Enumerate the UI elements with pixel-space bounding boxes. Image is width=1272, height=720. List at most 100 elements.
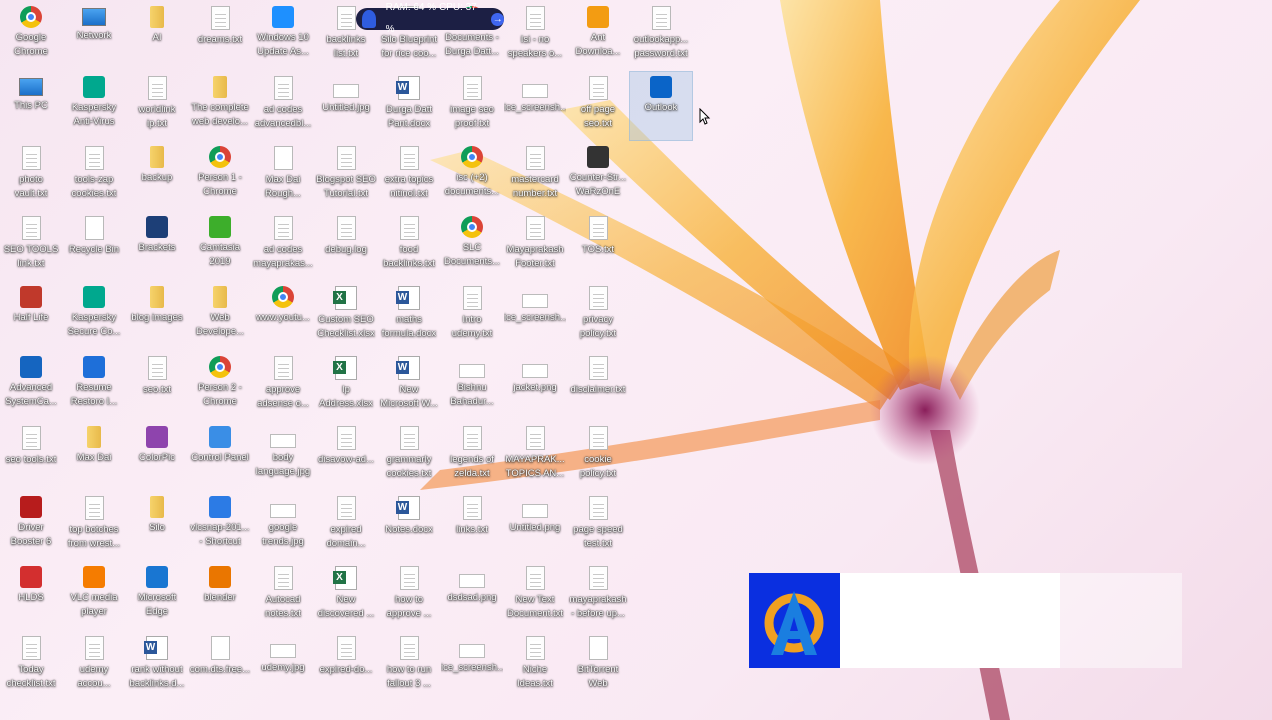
desktop-icon[interactable]: how to run fallout 3 ... bbox=[378, 632, 440, 700]
desktop-icon[interactable]: Network bbox=[63, 2, 125, 70]
desktop-icon[interactable]: dreams.txt bbox=[189, 2, 251, 70]
desktop-icon[interactable]: Ant Downloa... bbox=[567, 2, 629, 70]
desktop-icon[interactable]: Niche Ideas.txt bbox=[504, 632, 566, 700]
system-monitor-widget[interactable]: RAM: 64 % CPU: 37 % → bbox=[356, 2, 505, 35]
desktop-icon[interactable]: google trends.jpg bbox=[252, 492, 314, 560]
desktop-icon[interactable]: jacket.png bbox=[504, 352, 566, 420]
desktop-icon[interactable]: vlcsnap-201... - Shortcut bbox=[189, 492, 251, 560]
desktop-icon[interactable]: SEO TOOLS link.txt bbox=[0, 212, 62, 280]
desktop-icon[interactable]: SLC Documents... bbox=[441, 212, 503, 280]
desktop-icon[interactable]: com.dts.free... bbox=[189, 632, 251, 700]
desktop-icon[interactable]: MAYAPRAK... TOPICS AN... bbox=[504, 422, 566, 490]
desktop-icon[interactable]: TOS.txt bbox=[567, 212, 629, 280]
desktop-icon[interactable]: Brackets bbox=[126, 212, 188, 280]
desktop-icon[interactable]: Silo bbox=[126, 492, 188, 560]
desktop-icon[interactable]: HLDS bbox=[0, 562, 62, 630]
desktop-icon[interactable]: Counter-Str... WaRzOnE bbox=[567, 142, 629, 210]
desktop-icon[interactable]: debug.log bbox=[315, 212, 377, 280]
desktop-icon[interactable]: Microsoft Edge bbox=[126, 562, 188, 630]
desktop-icon[interactable]: Person 1 - Chrome bbox=[189, 142, 251, 210]
desktop-icon[interactable]: ice_screensh... bbox=[441, 632, 503, 700]
desktop-icon[interactable]: AI bbox=[126, 2, 188, 70]
desktop-icon[interactable]: backup bbox=[126, 142, 188, 210]
desktop-icon[interactable]: food backlinks.txt bbox=[378, 212, 440, 280]
desktop-icon[interactable]: Untitled.png bbox=[504, 492, 566, 560]
desktop-icon[interactable]: Camtasia 2019 bbox=[189, 212, 251, 280]
desktop-icon[interactable]: Driver Booster 6 bbox=[0, 492, 62, 560]
desktop-icon[interactable]: disavow-ad... bbox=[315, 422, 377, 490]
desktop-icon[interactable]: rank without backlinks.d... bbox=[126, 632, 188, 700]
desktop-icon[interactable]: Google Chrome bbox=[0, 2, 62, 70]
desktop-icon[interactable]: ad codes advancedbl... bbox=[252, 72, 314, 140]
desktop-icon[interactable]: Durga Datt Pant.docx bbox=[378, 72, 440, 140]
desktop-icon[interactable]: The complete web develo... bbox=[189, 72, 251, 140]
desktop-icon[interactable]: ad codes mayaprakas... bbox=[252, 212, 314, 280]
desktop-icon[interactable]: worldlink ip.txt bbox=[126, 72, 188, 140]
desktop-icon[interactable]: BitTorrent Web bbox=[567, 632, 629, 700]
desktop-icon[interactable]: legends of zelda.txt bbox=[441, 422, 503, 490]
desktop-icon[interactable]: top botches from wrest... bbox=[63, 492, 125, 560]
desktop-icon[interactable]: Notes.docx bbox=[378, 492, 440, 560]
desktop-icon[interactable]: Resume Restoro I... bbox=[63, 352, 125, 420]
desktop-icon[interactable]: image seo proof.txt bbox=[441, 72, 503, 140]
desktop-icon[interactable]: Outlook bbox=[629, 71, 693, 141]
desktop-icon[interactable]: seo tools.txt bbox=[0, 422, 62, 490]
desktop-icon[interactable]: privacy policy.txt bbox=[567, 282, 629, 350]
desktop-icon[interactable]: Today checklist.txt bbox=[0, 632, 62, 700]
desktop-icon[interactable]: cookie policy.txt bbox=[567, 422, 629, 490]
desktop-icon[interactable]: udemy.jpg bbox=[252, 632, 314, 700]
desktop-icon[interactable]: Ip Address.xlsx bbox=[315, 352, 377, 420]
desktop-icon[interactable]: ice_screensh... bbox=[504, 282, 566, 350]
desktop-icon[interactable]: Intro udemy.txt bbox=[441, 282, 503, 350]
desktop-icon[interactable]: ice_screensh... bbox=[504, 72, 566, 140]
desktop-icon[interactable]: Advanced SystemCa... bbox=[0, 352, 62, 420]
desktop-icon[interactable]: Recycle Bin bbox=[63, 212, 125, 280]
desktop-icon[interactable]: Max Dai Rough... bbox=[252, 142, 314, 210]
desktop-icon[interactable]: mastercard number.txt bbox=[504, 142, 566, 210]
desktop-icon[interactable]: expired-do... bbox=[315, 632, 377, 700]
desktop-icon[interactable]: expired domain... bbox=[315, 492, 377, 560]
desktop-icon[interactable]: New Microsoft W... bbox=[378, 352, 440, 420]
desktop-icon[interactable]: blog images bbox=[126, 282, 188, 350]
desktop-icon[interactable]: dsdsad.png bbox=[441, 562, 503, 630]
desktop-icon[interactable]: approve adsense o... bbox=[252, 352, 314, 420]
desktop-icon[interactable]: body language.jpg bbox=[252, 422, 314, 490]
desktop-icon[interactable]: how to approve ... bbox=[378, 562, 440, 630]
desktop-icon[interactable]: This PC bbox=[0, 72, 62, 140]
desktop-icon[interactable]: tools-zap cookies.txt bbox=[63, 142, 125, 210]
desktop-icon[interactable]: Autocad notes.txt bbox=[252, 562, 314, 630]
desktop-icon[interactable]: New discovered ... bbox=[315, 562, 377, 630]
desktop-icon[interactable]: isc (+2) documents... bbox=[441, 142, 503, 210]
desktop-icon[interactable]: seo.txt bbox=[126, 352, 188, 420]
desktop-icon[interactable]: extra topics nitinol.txt bbox=[378, 142, 440, 210]
desktop-icon[interactable]: photo vault.txt bbox=[0, 142, 62, 210]
desktop-icon[interactable]: Person 2 - Chrome bbox=[189, 352, 251, 420]
desktop-icon[interactable]: Untitled.jpg bbox=[315, 72, 377, 140]
desktop-icon[interactable]: page speed test.txt bbox=[567, 492, 629, 560]
desktop-icon[interactable]: off page seo.txt bbox=[567, 72, 629, 140]
desktop-icon[interactable]: maths formula.docx bbox=[378, 282, 440, 350]
desktop-icon[interactable]: blender bbox=[189, 562, 251, 630]
desktop-icon[interactable]: New Text Document.txt bbox=[504, 562, 566, 630]
desktop-icon[interactable]: Mayaprakash Footer.txt bbox=[504, 212, 566, 280]
desktop-icon[interactable]: ColorPic bbox=[126, 422, 188, 490]
desktop-icon[interactable]: VLC media player bbox=[63, 562, 125, 630]
desktop-icon[interactable]: Windows 10 Update As... bbox=[252, 2, 314, 70]
desktop-icon[interactable]: www.youtu... bbox=[252, 282, 314, 350]
desktop-icon[interactable]: Kaspersky Secure Co... bbox=[63, 282, 125, 350]
desktop-icon[interactable]: mayaprakash - before up... bbox=[567, 562, 629, 630]
arrow-right-icon[interactable]: → bbox=[491, 12, 505, 26]
desktop-icon[interactable]: Kaspersky Anti-Virus bbox=[63, 72, 125, 140]
desktop-icon[interactable]: Control Panel bbox=[189, 422, 251, 490]
desktop-icon[interactable]: Bishnu Bahadur... bbox=[441, 352, 503, 420]
desktop-icon[interactable]: Isi - no speakers o... bbox=[504, 2, 566, 70]
desktop-icon[interactable]: grammarly cookies.txt bbox=[378, 422, 440, 490]
desktop-icon[interactable]: Half Life bbox=[0, 282, 62, 350]
desktop-icon[interactable]: outlookapp... password.txt bbox=[630, 2, 692, 70]
desktop-icon[interactable]: Blogspot SEO Tutorial.txt bbox=[315, 142, 377, 210]
desktop-icon[interactable]: Custom SEO Checklist.xlsx bbox=[315, 282, 377, 350]
desktop-icon[interactable]: udemy accou... bbox=[63, 632, 125, 700]
desktop-icon[interactable]: Web Develope... bbox=[189, 282, 251, 350]
desktop-icon[interactable]: links.txt bbox=[441, 492, 503, 560]
desktop-icon[interactable]: disclaimer.txt bbox=[567, 352, 629, 420]
